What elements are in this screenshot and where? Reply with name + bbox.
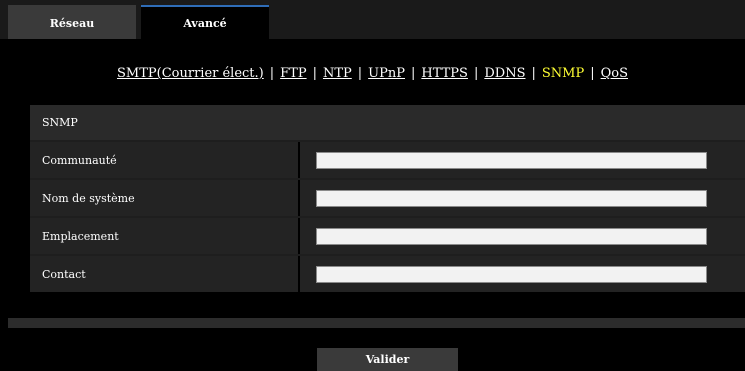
tab-avance[interactable]: Avancé (141, 5, 269, 39)
submit-button[interactable]: Valider (317, 348, 458, 371)
nav-link-smtp[interactable]: SMTP(Courrier élect.) (117, 66, 264, 81)
nav-link-https[interactable]: HTTPS (421, 66, 468, 81)
community-input[interactable] (316, 152, 707, 169)
system-name-row: Nom de système (30, 180, 745, 216)
nav-separator: | (269, 66, 275, 81)
nav-link-qos[interactable]: QoS (601, 66, 628, 81)
system-name-input[interactable] (316, 190, 707, 207)
location-row: Emplacement (30, 218, 745, 254)
nav-separator: | (312, 66, 317, 81)
community-label: Communauté (30, 142, 300, 178)
contact-label: Contact (30, 256, 300, 292)
nav-link-ddns[interactable]: DDNS (484, 66, 525, 81)
snmp-section-title: SNMP (30, 105, 745, 140)
tab-bar: Réseau Avancé (0, 0, 745, 39)
nav-link-upnp[interactable]: UPnP (368, 66, 405, 81)
nav-separator: | (473, 66, 479, 81)
nav-link-ftp[interactable]: FTP (280, 66, 306, 81)
nav-separator: | (410, 66, 416, 81)
section-divider (8, 318, 745, 328)
nav-separator: | (357, 66, 363, 81)
system-name-label: Nom de système (30, 180, 300, 216)
contact-input[interactable] (316, 266, 707, 283)
nav-link-ntp[interactable]: NTP (323, 66, 352, 81)
nav-separator: | (590, 66, 595, 81)
contact-row: Contact (30, 256, 745, 292)
location-label: Emplacement (30, 218, 300, 254)
snmp-panel: SNMP Communauté Nom de système Emplaceme… (30, 105, 745, 292)
nav-separator: | (531, 66, 536, 81)
settings-nav: SMTP(Courrier élect.) | FTP | NTP | UPnP | HTTPS… (0, 66, 745, 81)
tab-reseau[interactable]: Réseau (8, 5, 136, 39)
community-row: Communauté (30, 142, 745, 178)
nav-link-snmp[interactable]: SNMP (542, 66, 584, 81)
location-input[interactable] (316, 228, 707, 245)
